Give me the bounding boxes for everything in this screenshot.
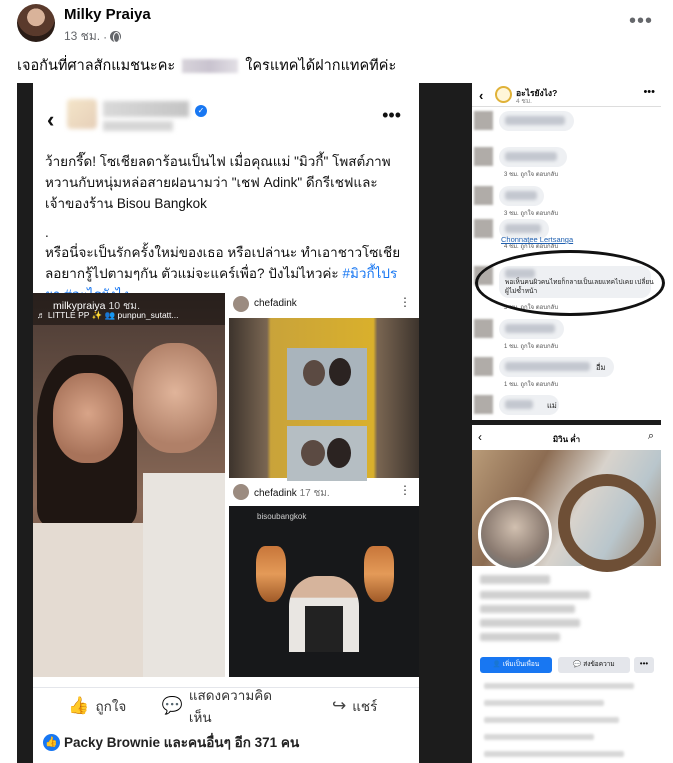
blurred-page-avatar [67, 99, 97, 129]
post-time[interactable]: 13 ชม. [64, 27, 100, 46]
blurred-detail [484, 683, 634, 689]
blurred-bio [480, 619, 580, 627]
chef-username-2: chefadink 17 ชม. [254, 488, 330, 499]
screenshot-post-text: ว้ายกรี๊ด! โซเชียลดาร้อนเป็นไฟ เมื่อคุณแ… [45, 151, 405, 313]
couple-photo: milkypraiya 10 ชม. ♬ LITTLE PP ✨ 👥 punpu… [33, 293, 225, 677]
caption-text-after: ใครแทคได้ฝากแทคทีค่ะ [245, 58, 397, 74]
chef-story-photo-2: chefadink 17 ชม. ⋮ bisoubangkok [229, 481, 419, 677]
comment-button: 💬 แสดงความคิดเห็น [161, 687, 273, 725]
post-header: Milky Praiya 13 ชม. · ••• [0, 0, 673, 46]
screenshot-action-bar: 👍 ถูกใจ 💬 แสดงความคิดเห็น ↪ แชร์ [33, 687, 419, 725]
share-icon: ↪ [331, 695, 347, 715]
page-time: 4 ชม. [516, 98, 532, 105]
blurred-detail [484, 717, 619, 723]
chef-avatar-2 [233, 484, 249, 500]
page-avatar [495, 86, 512, 103]
blurred-name [480, 575, 550, 584]
blurred-detail [484, 734, 594, 740]
screenshot-header: ‹ ✓ ••• [33, 83, 419, 143]
back-arrow-icon: ‹ [479, 88, 484, 103]
chef-username: chefadink [254, 298, 297, 309]
chef-avatar [233, 296, 249, 312]
globe-icon [110, 31, 122, 43]
post-caption: เจอกันที่ศาลสักแมชนะคะ ใครแทคได้ฝากแทคที… [17, 54, 396, 77]
profile-picture [478, 497, 552, 571]
author-avatar[interactable] [17, 4, 55, 42]
story-options-icon: ⋮ [399, 295, 411, 309]
blurred-detail [484, 700, 604, 706]
message-button: 💬 ส่งข้อความ [558, 657, 630, 673]
add-friend-button: 👤 เพิ่มเป็นเพื่อน [480, 657, 552, 673]
blurred-detail [484, 751, 624, 757]
ig-story-music: ♬ LITTLE PP ✨ 👥 punpun_sutatt... [37, 310, 179, 320]
reaction-summary: 👍 Packy Brownie และคนอื่นๆ อีก 371 คน [43, 731, 299, 753]
verified-badge-icon: ✓ [195, 105, 207, 117]
blurred-tag [182, 59, 239, 74]
profile-more-button: ••• [634, 657, 654, 673]
comment-icon: 💬 [161, 695, 183, 715]
hand-drawn-circle [475, 250, 665, 316]
blurred-bio [480, 591, 590, 599]
profile-screenshot[interactable]: ‹ มิวิน ค่ำ ⌕ 👤 เพิ่มเป็นเพื่อน 💬 ส่งข้อ… [472, 425, 661, 763]
chef-story-photo-1: chefadink ⋮ [229, 293, 419, 498]
venue-tag: bisoubangkok [257, 512, 307, 521]
story-options-icon-2: ⋮ [399, 483, 411, 497]
post-text-dot: . [45, 225, 49, 240]
more-options-icon[interactable]: ••• [629, 10, 653, 33]
thumbs-up-icon: 👍 [68, 695, 90, 715]
blurred-bio [480, 633, 560, 641]
like-badge-icon: 👍 [43, 733, 60, 751]
post-text-paragraph-1: ว้ายกรี๊ด! โซเชียลดาร้อนเป็นไฟ เมื่อคุณแ… [45, 154, 391, 211]
blurred-bio [480, 605, 575, 613]
back-arrow-icon: ‹ [47, 107, 55, 132]
more-icon: ••• [643, 86, 655, 98]
share-button: ↪ แชร์ [331, 695, 378, 715]
author-name[interactable]: Milky Praiya [64, 6, 151, 23]
mention-link: Chonnatee Lertsanga [501, 235, 574, 244]
profile-title: มิวิน ค่ำ [552, 435, 581, 444]
caption-text-before: เจอกันที่ศาลสักแมชนะคะ [17, 58, 176, 74]
post-meta: 13 ชม. · [64, 27, 122, 46]
blurred-page-meta [103, 121, 173, 131]
screenshot-more-icon: ••• [382, 105, 401, 125]
search-icon: ⌕ [647, 430, 654, 442]
comments-header: ‹ อะไรยังไง? 4 ชม. ••• [472, 83, 661, 107]
left-screenshot[interactable]: ‹ ✓ ••• ว้ายกรี๊ด! โซเชียลดาร้อนเป็นไฟ เ… [33, 83, 419, 763]
profile-header: ‹ มิวิน ค่ำ ⌕ [472, 425, 661, 450]
blurred-page-name [103, 101, 189, 117]
like-button: 👍 ถูกใจ [68, 695, 127, 715]
